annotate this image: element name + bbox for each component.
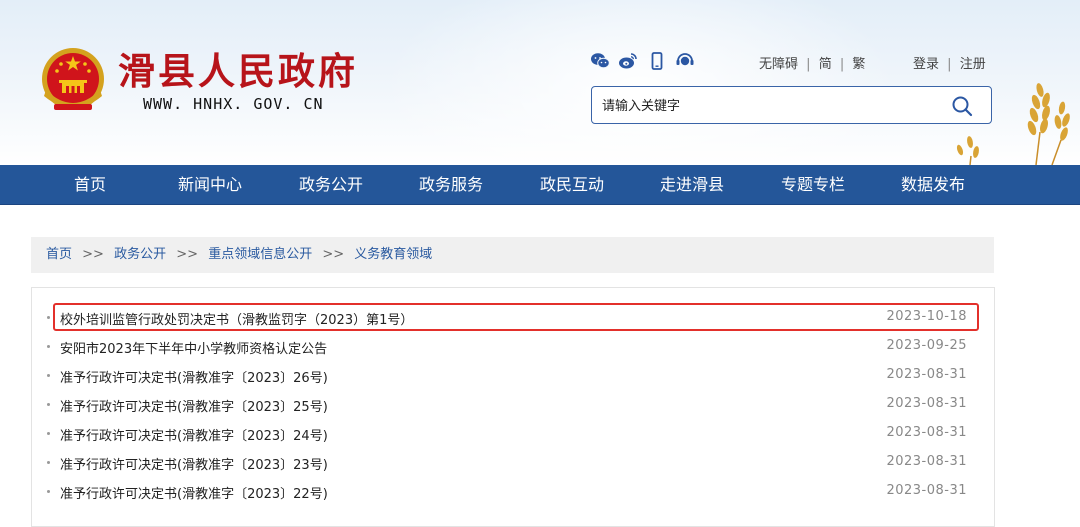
wechat-icon[interactable] [590, 52, 610, 70]
simplified-chinese-link[interactable]: 简 [819, 57, 832, 72]
list-item-date: 2023-08-31 [886, 367, 967, 382]
site-tools: 无障碍 | 简 | 繁 [759, 53, 865, 72]
breadcrumb-separator: >> [322, 247, 345, 262]
tools-separator: | [839, 57, 845, 72]
header-background [380, 0, 900, 165]
list-item[interactable]: 准予行政许可决定书(滑教准字〔2023〕25号) 2023-08-31 [32, 390, 994, 419]
breadcrumb-home[interactable]: 首页 [46, 247, 72, 262]
nav-item-special-topics[interactable]: 专题专栏 [781, 165, 845, 205]
list-item-title[interactable]: 安阳市2023年下半年中小学教师资格认定公告 [60, 338, 327, 357]
list-item-date: 2023-08-31 [886, 425, 967, 440]
list-item-title[interactable]: 准予行政许可决定书(滑教准字〔2023〕24号) [60, 425, 328, 444]
article-list: 校外培训监管行政处罚决定书（滑教监罚字（2023）第1号） 2023-10-18… [31, 287, 995, 527]
list-item[interactable]: 校外培训监管行政处罚决定书（滑教监罚字（2023）第1号） 2023-10-18 [32, 303, 994, 332]
list-item[interactable]: 安阳市2023年下半年中小学教师资格认定公告 2023-09-25 [32, 332, 994, 361]
list-item[interactable]: 准予行政许可决定书(滑教准字〔2023〕23号) 2023-08-31 [32, 448, 994, 477]
list-bullet [47, 374, 50, 377]
site-header: 滑县人民政府 WWW. HNHX. GOV. CN 无障碍 | 简 | 繁 登录… [0, 0, 1080, 165]
nav-item-government-services[interactable]: 政务服务 [419, 165, 483, 205]
list-bullet [47, 490, 50, 493]
breadcrumb-separator: >> [82, 247, 104, 262]
breadcrumb-compulsory-education[interactable]: 义务教育领域 [354, 247, 432, 262]
breadcrumb-government-affairs-public[interactable]: 政务公开 [114, 247, 166, 262]
wheat-decoration-icon [956, 83, 1070, 165]
list-bullet [47, 403, 50, 406]
list-item-title[interactable]: 准予行政许可决定书(滑教准字〔2023〕26号) [60, 367, 328, 386]
list-item-title[interactable]: 校外培训监管行政处罚决定书（滑教监罚字（2023）第1号） [60, 309, 413, 328]
list-bullet [47, 316, 50, 319]
traditional-chinese-link[interactable]: 繁 [852, 57, 865, 72]
search-box [591, 86, 992, 124]
breadcrumb-key-areas-disclosure[interactable]: 重点领域信息公开 [208, 247, 312, 262]
list-item-date: 2023-09-25 [886, 338, 967, 353]
search-input[interactable] [600, 95, 934, 117]
breadcrumb-separator: >> [176, 247, 199, 262]
national-emblem-icon [42, 48, 104, 110]
breadcrumb: 首页 >> 政务公开 >> 重点领域信息公开 >> 义务教育领域 [31, 237, 994, 273]
list-item[interactable]: 准予行政许可决定书(滑教准字〔2023〕22号) 2023-08-31 [32, 477, 994, 506]
login-link[interactable]: 登录 [913, 57, 939, 72]
list-item-date: 2023-08-31 [886, 454, 967, 469]
list-bullet [47, 461, 50, 464]
accessibility-link[interactable]: 无障碍 [759, 57, 798, 72]
list-item-title[interactable]: 准予行政许可决定书(滑教准字〔2023〕22号) [60, 483, 328, 502]
site-url: WWW. HNHX. GOV. CN [143, 95, 324, 113]
list-item-date: 2023-08-31 [886, 483, 967, 498]
weibo-icon[interactable] [618, 52, 638, 70]
mobile-icon[interactable] [647, 52, 667, 70]
nav-item-home[interactable]: 首页 [74, 165, 106, 205]
nav-item-public-interaction[interactable]: 政民互动 [540, 165, 604, 205]
tools-separator: | [806, 57, 811, 72]
site-title: 滑县人民政府 [118, 49, 358, 93]
list-item[interactable]: 准予行政许可决定书(滑教准字〔2023〕24号) 2023-08-31 [32, 419, 994, 448]
list-item-title[interactable]: 准予行政许可决定书(滑教准字〔2023〕25号) [60, 396, 328, 415]
nav-item-about-county[interactable]: 走进滑县 [660, 165, 724, 205]
nav-item-government-affairs-public[interactable]: 政务公开 [299, 165, 363, 205]
app-icon[interactable] [675, 52, 695, 70]
list-bullet [47, 345, 50, 348]
main-nav: 首页 新闻中心 政务公开 政务服务 政民互动 走进滑县 专题专栏 数据发布 [0, 165, 1080, 205]
list-item-title[interactable]: 准予行政许可决定书(滑教准字〔2023〕23号) [60, 454, 328, 473]
list-item[interactable]: 准予行政许可决定书(滑教准字〔2023〕26号) 2023-08-31 [32, 361, 994, 390]
nav-item-news-center[interactable]: 新闻中心 [178, 165, 242, 205]
list-item-date: 2023-10-18 [886, 309, 967, 324]
list-item-date: 2023-08-31 [886, 396, 967, 411]
list-bullet [47, 432, 50, 435]
nav-item-data-release[interactable]: 数据发布 [901, 165, 965, 205]
